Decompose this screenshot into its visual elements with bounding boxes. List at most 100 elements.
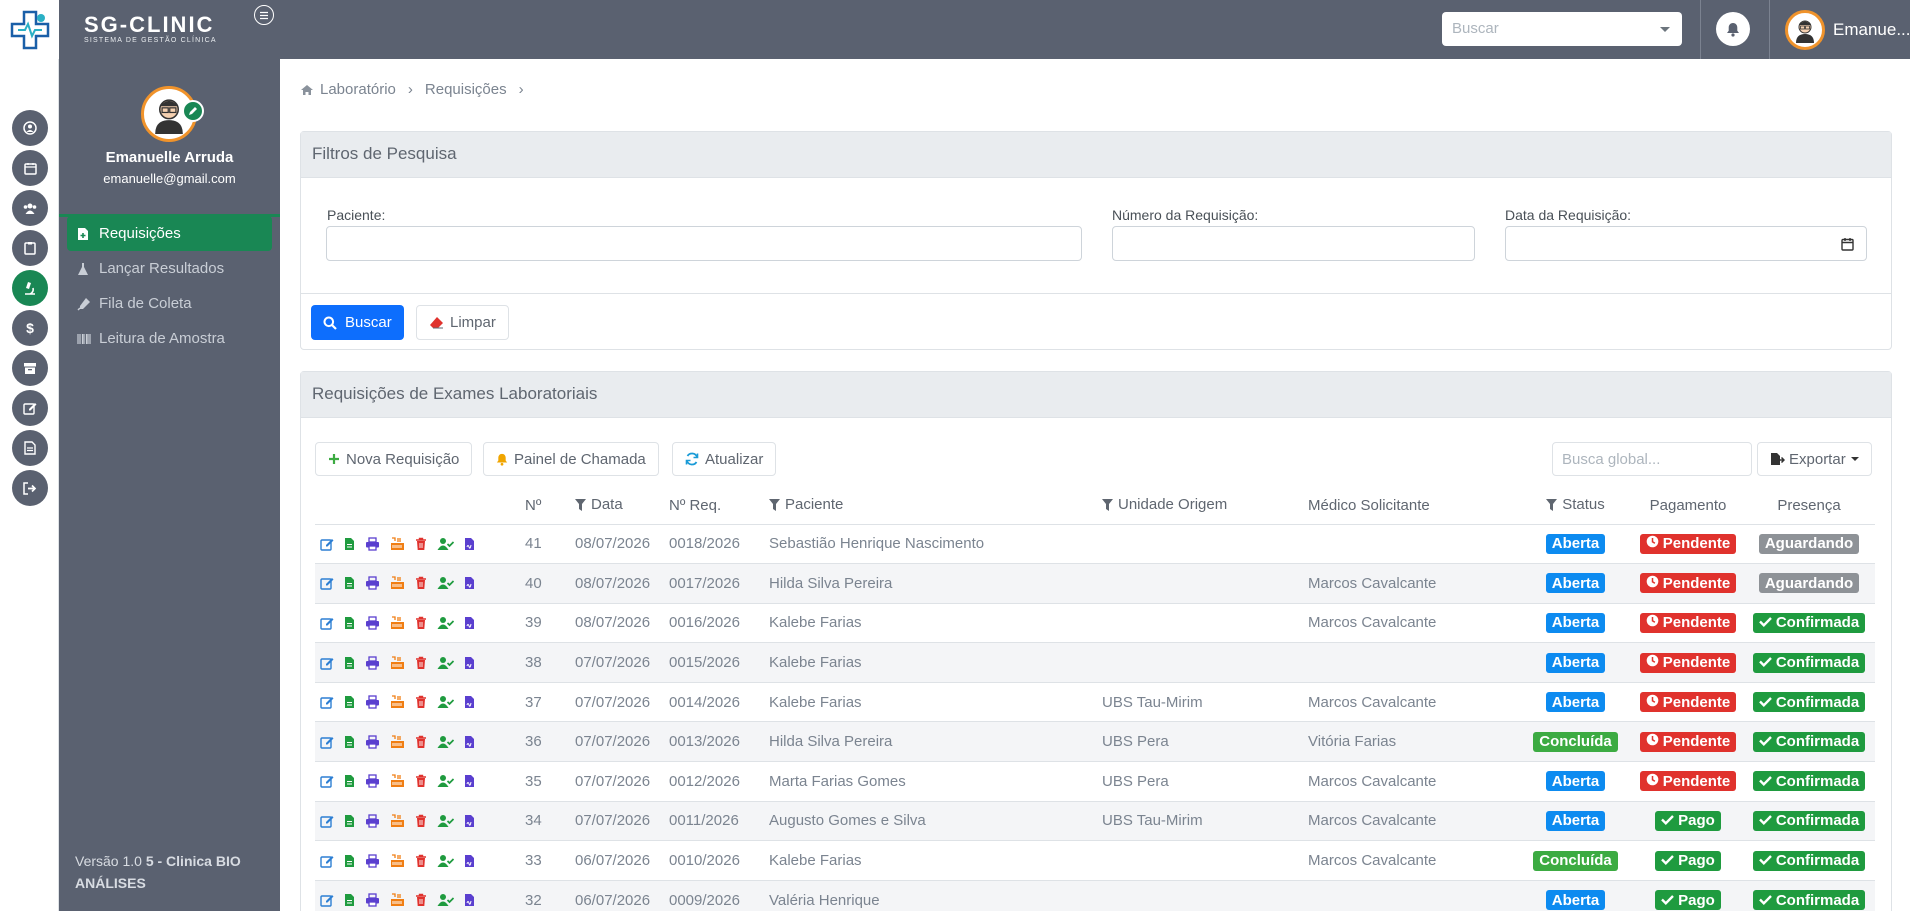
col-numero-req[interactable]: Nº Req. (669, 488, 769, 525)
file-text-icon[interactable] (344, 735, 355, 749)
barcode-print-icon[interactable] (390, 537, 405, 551)
export-button[interactable]: Exportar (1757, 442, 1872, 476)
user-check-icon[interactable] (437, 656, 454, 670)
edit-icon[interactable] (320, 537, 334, 551)
rail-user-circle-icon[interactable] (12, 110, 48, 146)
barcode-print-icon[interactable] (390, 576, 405, 590)
trash-icon[interactable] (415, 735, 427, 749)
rail-archive-icon[interactable] (12, 350, 48, 386)
edit-icon[interactable] (320, 576, 334, 591)
barcode-print-icon[interactable] (390, 695, 405, 709)
trash-icon[interactable] (415, 893, 427, 907)
user-check-icon[interactable] (437, 774, 454, 788)
data-requisicao-input[interactable] (1505, 226, 1867, 261)
edit-icon[interactable] (320, 893, 334, 907)
trash-icon[interactable] (415, 814, 427, 828)
search-select[interactable]: Buscar (1442, 12, 1682, 46)
barcode-print-icon[interactable] (390, 814, 405, 828)
global-search-input[interactable]: Busca global... (1552, 442, 1752, 476)
file-text-icon[interactable] (344, 616, 355, 630)
file-signature-icon[interactable] (464, 854, 475, 868)
edit-icon[interactable] (320, 656, 334, 670)
trash-icon[interactable] (415, 537, 427, 551)
rail-clipboard-icon[interactable] (12, 230, 48, 266)
filter-icon[interactable] (575, 498, 586, 515)
sidebar-item-leitura-de-amostra[interactable]: Leitura de Amostra (67, 321, 272, 356)
file-signature-icon[interactable] (464, 656, 475, 670)
new-requisition-button[interactable]: Nova Requisição (315, 442, 473, 476)
barcode-print-icon[interactable] (390, 893, 405, 907)
col-pagamento[interactable]: Pagamento (1633, 488, 1743, 525)
col-data[interactable]: Data (575, 488, 669, 525)
file-text-icon[interactable] (344, 814, 355, 828)
file-text-icon[interactable] (344, 695, 355, 709)
print-icon[interactable] (365, 853, 380, 868)
edit-icon[interactable] (320, 854, 334, 868)
rail-calendar-icon[interactable] (12, 150, 48, 186)
col-numero[interactable]: Nº (525, 488, 575, 525)
paciente-input[interactable] (326, 226, 1082, 261)
numero-requisicao-input[interactable] (1112, 226, 1475, 261)
search-button[interactable]: Buscar (311, 305, 404, 340)
call-panel-button[interactable]: Painel de Chamada (483, 442, 659, 476)
user-check-icon[interactable] (437, 576, 454, 590)
file-signature-icon[interactable] (464, 814, 475, 828)
filter-icon[interactable] (1546, 498, 1558, 515)
sidebar-item-requisicoes[interactable]: Requisições (67, 216, 272, 251)
edit-icon[interactable] (320, 814, 334, 828)
sidebar-item-fila-de-coleta[interactable]: Fila de Coleta (67, 286, 272, 321)
user-check-icon[interactable] (437, 814, 454, 828)
breadcrumb-item-requisicoes[interactable]: Requisições (425, 81, 507, 98)
clear-button[interactable]: Limpar (416, 305, 509, 340)
edit-icon[interactable] (320, 735, 334, 749)
trash-icon[interactable] (415, 695, 427, 709)
barcode-print-icon[interactable] (390, 774, 405, 788)
rail-document-icon[interactable] (12, 430, 48, 466)
calendar-icon[interactable] (1841, 237, 1854, 251)
sidebar-item-lancar-resultados[interactable]: Lançar Resultados (67, 251, 272, 286)
file-text-icon[interactable] (344, 893, 355, 907)
refresh-button[interactable]: Atualizar (672, 442, 777, 476)
breadcrumb-item-laboratorio[interactable]: Laboratório (320, 81, 396, 98)
print-icon[interactable] (365, 537, 380, 551)
edit-icon[interactable] (320, 616, 334, 630)
file-text-icon[interactable] (344, 656, 355, 670)
col-presenca[interactable]: Presença (1743, 488, 1875, 525)
trash-icon[interactable] (415, 616, 427, 630)
file-signature-icon[interactable] (464, 774, 475, 788)
file-signature-icon[interactable] (464, 616, 475, 630)
file-signature-icon[interactable] (464, 735, 475, 749)
col-medico[interactable]: Médico Solicitante (1308, 488, 1518, 525)
user-check-icon[interactable] (437, 695, 454, 709)
barcode-print-icon[interactable] (390, 616, 405, 630)
filter-icon[interactable] (769, 498, 780, 515)
notifications-button[interactable] (1716, 12, 1750, 46)
file-signature-icon[interactable] (464, 537, 475, 551)
rail-microscope-icon[interactable] (12, 270, 48, 306)
file-signature-icon[interactable] (464, 893, 475, 907)
file-text-icon[interactable] (344, 537, 355, 551)
file-text-icon[interactable] (344, 854, 355, 868)
edit-icon[interactable] (320, 695, 334, 709)
print-icon[interactable] (365, 893, 380, 907)
barcode-print-icon[interactable] (390, 853, 405, 868)
file-text-icon[interactable] (344, 774, 355, 788)
file-signature-icon[interactable] (464, 576, 475, 590)
barcode-print-icon[interactable] (390, 655, 405, 670)
rail-dollar-icon[interactable]: $ (12, 310, 48, 346)
rail-edit-icon[interactable] (12, 390, 48, 426)
rail-logout-icon[interactable] (12, 470, 48, 506)
col-paciente[interactable]: Paciente (769, 488, 1102, 525)
user-check-icon[interactable] (437, 537, 454, 551)
user-check-icon[interactable] (437, 616, 454, 630)
trash-icon[interactable] (415, 854, 427, 868)
edit-icon[interactable] (320, 774, 334, 789)
user-menu[interactable]: Emanue... (1785, 10, 1910, 50)
file-signature-icon[interactable] (464, 695, 475, 709)
user-check-icon[interactable] (437, 854, 454, 868)
barcode-print-icon[interactable] (390, 735, 405, 749)
print-icon[interactable] (365, 774, 380, 789)
print-icon[interactable] (365, 814, 380, 828)
print-icon[interactable] (365, 695, 380, 709)
user-check-icon[interactable] (437, 735, 454, 749)
